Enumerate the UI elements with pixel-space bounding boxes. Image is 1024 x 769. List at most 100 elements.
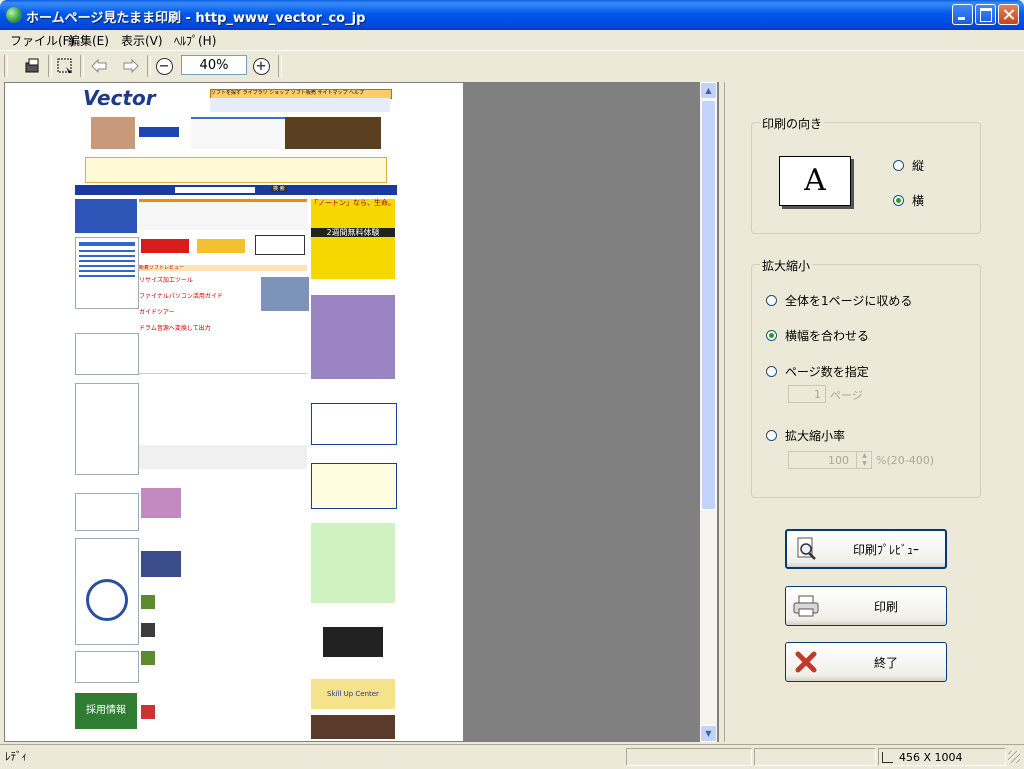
radio-fit-page[interactable]	[766, 295, 777, 306]
toolbar-separator	[80, 55, 84, 77]
scroll-down-arrow-icon[interactable]: ▼	[700, 725, 717, 742]
site-skillup-ad: Skill Up Center	[311, 679, 395, 709]
nav-link: ライブラリ	[242, 90, 268, 96]
site-software-block	[139, 199, 307, 230]
forward-arrow-icon[interactable]	[120, 55, 142, 77]
minus-icon: −	[155, 57, 173, 75]
scroll-up-arrow-icon[interactable]: ▲	[700, 82, 717, 99]
zoom-input[interactable]: 40%	[181, 55, 247, 75]
menu-view[interactable]: 表示(V)	[121, 32, 163, 49]
print-preview-button[interactable]: 印刷ﾌﾟﾚﾋﾞｭｰ	[785, 529, 947, 569]
site-left-box	[75, 651, 139, 683]
scroll-thumb[interactable]	[701, 100, 716, 510]
toolbar-separator	[147, 55, 151, 77]
toolbar-separator	[48, 55, 52, 77]
page-count-radio[interactable]: ページ数を指定	[766, 363, 869, 380]
site-review-list: リサイズ加工ツール ファイナルパソコン活用ガイド ガイドツアー ドラム音源へ変換…	[139, 273, 259, 363]
radio-landscape[interactable]	[893, 195, 904, 206]
exit-button[interactable]: 終了	[785, 642, 947, 682]
site-recruit-banner: 採用情報	[75, 693, 137, 729]
print-settings-panel: 印刷の向き A 縦 横 拡大縮小 全体を1ページに収める 横幅を合わせる ページ…	[724, 82, 1021, 742]
portrait-label: 縦	[912, 159, 925, 173]
radio-fit-width[interactable]	[766, 330, 777, 341]
print-button[interactable]: 印刷	[785, 586, 947, 626]
site-logo: Vector	[83, 87, 156, 109]
fit-page-radio[interactable]: 全体を1ページに収める	[766, 292, 912, 309]
scale-group: 拡大縮小 全体を1ページに収める 横幅を合わせる ページ数を指定 1 ページ 拡…	[751, 257, 981, 498]
zoom-out-button[interactable]: −	[153, 55, 175, 77]
orientation-portrait-radio[interactable]: 縦	[893, 157, 924, 174]
site-right-banner	[311, 715, 395, 739]
window-title: ホームページ見たまま印刷 - http_www_vector_co_jp	[26, 11, 366, 26]
exit-label: 終了	[873, 655, 898, 670]
site-text-block	[139, 373, 307, 434]
status-panel	[754, 748, 876, 766]
nav-link: ヘルプ	[349, 90, 365, 96]
orientation-group: 印刷の向き A 縦 横	[751, 115, 981, 234]
site-search-button: 検 索	[271, 186, 287, 192]
preview-magnifier-icon	[787, 537, 827, 561]
fit-width-radio[interactable]: 横幅を合わせる	[766, 327, 869, 344]
ratio-radio[interactable]: 拡大縮小率	[766, 427, 845, 444]
site-text-block	[139, 445, 307, 469]
printer-icon	[786, 595, 826, 617]
status-panel	[626, 748, 752, 766]
radio-portrait[interactable]	[893, 160, 904, 171]
site-screenshot	[261, 277, 309, 311]
site-right-box	[311, 463, 397, 509]
preview-page: Vector ソフトを探す ライブラリ ショップ ソフト販売 サイトマップ ヘル…	[5, 83, 463, 741]
site-left-box	[75, 383, 139, 475]
ratio-spinner-icon[interactable]: ▲ ▼	[856, 452, 872, 468]
site-norton-headline: 「ノートン」なら、生命。	[311, 199, 395, 207]
nav-link: ショップ	[269, 90, 290, 96]
resize-grip-icon[interactable]	[1008, 751, 1020, 763]
toolbar: − 40% +	[4, 52, 282, 80]
site-text-block	[139, 543, 307, 583]
select-area-icon[interactable]	[54, 55, 76, 77]
site-text-block	[139, 478, 307, 538]
site-right-box	[311, 523, 395, 603]
preview-vertical-scrollbar[interactable]: ▲ ▼	[700, 82, 717, 742]
minimize-button[interactable]	[952, 4, 973, 25]
site-left-menu	[75, 237, 139, 309]
orientation-title: 印刷の向き	[760, 115, 825, 132]
status-bar: ﾚﾃﾞｨ 456 X 1004	[0, 744, 1024, 769]
zoom-in-button[interactable]: +	[250, 55, 272, 77]
orientation-landscape-radio[interactable]: 横	[893, 192, 924, 209]
app-icon	[6, 7, 22, 23]
site-review-item: リサイズ加工ツール	[139, 277, 193, 284]
site-it-ad	[311, 623, 395, 673]
site-badge	[139, 127, 179, 137]
page-count-input[interactable]: 1	[788, 385, 826, 403]
nav-link: ソフト販売	[290, 90, 316, 96]
back-arrow-icon[interactable]	[88, 55, 110, 77]
fit-width-label: 横幅を合わせる	[785, 329, 870, 343]
print-label: 印刷	[873, 599, 898, 614]
print-setup-icon[interactable]	[22, 55, 44, 77]
radio-ratio[interactable]	[766, 430, 777, 441]
menu-edit[interactable]: 編集(E)	[68, 32, 109, 49]
maximize-button[interactable]	[975, 4, 996, 25]
scale-title: 拡大縮小	[760, 257, 813, 274]
status-text: ﾚﾃﾞｨ	[5, 750, 27, 763]
menu-help[interactable]: ﾍﾙﾌﾟ(H)	[174, 32, 216, 49]
print-preview-area[interactable]: Vector ソフトを探す ライブラリ ショップ ソフト販売 サイトマップ ヘル…	[4, 82, 719, 742]
landscape-label: 横	[912, 194, 925, 208]
menu-file[interactable]: ファイル(F)	[10, 32, 74, 49]
title-bar: ホームページ見たまま印刷 - http_www_vector_co_jp	[0, 0, 1024, 30]
nav-link: サイトマップ	[317, 90, 348, 96]
close-x-icon	[786, 651, 826, 673]
site-right-box	[311, 403, 397, 445]
site-left-box	[75, 493, 139, 531]
site-ad-banner	[285, 117, 381, 149]
site-passport-banner	[75, 199, 137, 233]
plus-icon: +	[252, 57, 270, 75]
site-ranking-box	[75, 333, 139, 375]
site-norton-ad: 「ノートン」なら、生命。 2週間無料体験	[311, 199, 395, 279]
nav-link: ソフトを探す	[211, 90, 242, 96]
page-count-unit: ページ	[830, 389, 863, 402]
close-button[interactable]	[998, 4, 1019, 25]
site-review-item: ファイナルパソコン活用ガイド	[139, 293, 223, 300]
radio-page-count[interactable]	[766, 366, 777, 377]
page-orientation-icon: A	[779, 156, 851, 206]
